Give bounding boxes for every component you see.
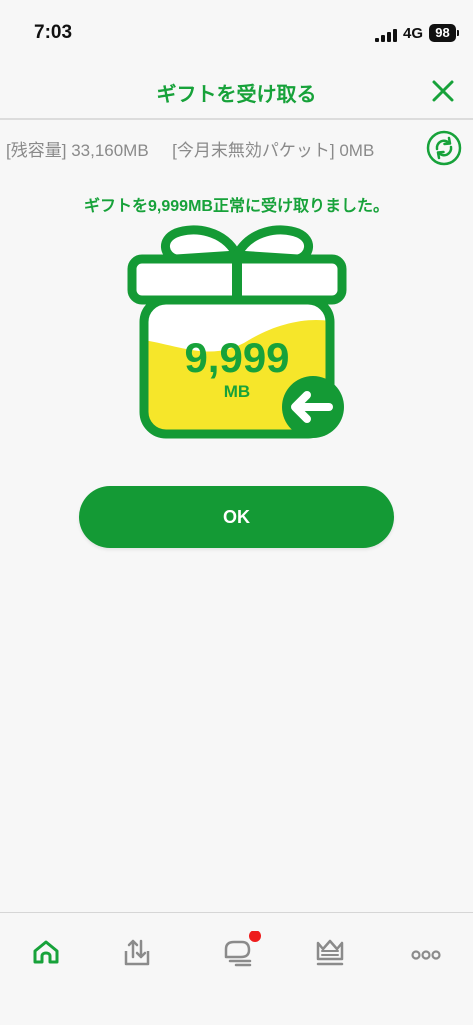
battery-cap xyxy=(457,30,459,36)
upload-download-icon[interactable] xyxy=(116,931,156,973)
remaining-label: [残容量] xyxy=(6,141,67,160)
close-icon[interactable] xyxy=(428,76,458,106)
expiring-value: 0MB xyxy=(339,141,375,160)
header-divider xyxy=(0,118,473,120)
home-icon[interactable] xyxy=(26,931,66,973)
gift-illustration: 9,999 MB xyxy=(124,222,350,450)
header: ギフトを受け取る xyxy=(0,62,473,118)
status-time: 7:03 xyxy=(34,22,73,43)
remaining-value: 33,160MB xyxy=(71,141,149,160)
signal-icon xyxy=(375,28,397,42)
tab-bar xyxy=(0,912,473,1025)
ok-button[interactable]: OK xyxy=(79,486,394,548)
more-dots-icon[interactable] xyxy=(406,931,446,973)
page-title: ギフトを受け取る xyxy=(156,84,317,106)
expiring-label: [今月末無効パケット] xyxy=(172,141,335,160)
battery-icon: 98 xyxy=(429,24,456,42)
chat-icon[interactable] xyxy=(216,931,264,973)
notification-badge xyxy=(249,931,261,942)
gift-amount: 9,999 xyxy=(184,334,290,381)
refresh-icon[interactable] xyxy=(426,130,462,166)
gift-unit: MB xyxy=(223,382,251,401)
crown-icon[interactable] xyxy=(310,931,350,973)
status-bar: 7:03 4G 98 xyxy=(0,0,473,62)
success-message: ギフトを9,999MB正常に受け取りました。 xyxy=(84,198,389,215)
data-info-row: [残容量] 33,160MB [今月末無効パケット] 0MB xyxy=(6,136,374,161)
network-label: 4G xyxy=(403,25,424,42)
